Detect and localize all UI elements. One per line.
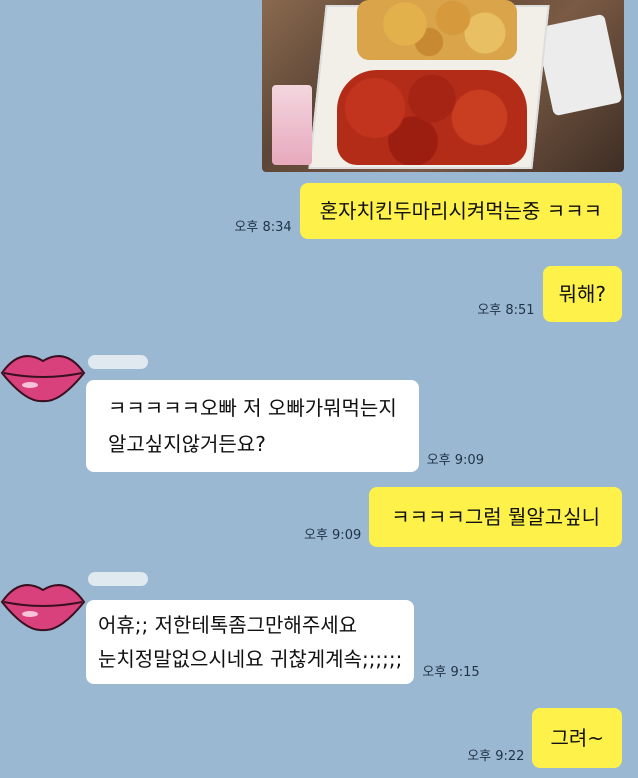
photo-chicken [337, 70, 527, 165]
photo-cup [272, 85, 312, 165]
other-message-bubble[interactable]: ㅋㅋㅋㅋㅋ오빠 저 오빠가뭐먹는지 알고싶지않거든요? [86, 380, 419, 472]
photo-message[interactable] [262, 0, 624, 172]
message-row: 어휴;; 저한테톡좀그만해주세요 눈치정말없으시네요 귀찮게계속;;;;;; 오… [86, 600, 480, 684]
message-row: 오후 8:51 뭐해? [477, 266, 622, 322]
message-line: ㅋㅋㅋㅋㅋ오빠 저 오빠가뭐먹는지 [108, 396, 397, 420]
message-line: 눈치정말없으시네요 귀찮게계속;;;;;; [98, 647, 403, 671]
message-line: 어휴;; 저한테톡좀그만해주세요 [98, 613, 358, 637]
my-message-bubble[interactable]: 혼자치킨두마리시켜먹는중 ㅋㅋㅋ [299, 183, 622, 239]
message-time: 오후 9:09 [426, 453, 484, 468]
message-time: 오후 8:34 [234, 220, 292, 235]
message-time: 오후 8:51 [477, 303, 535, 318]
photo-napkin [535, 13, 623, 117]
lips-icon[interactable] [0, 574, 86, 634]
message-time: 오후 9:09 [303, 528, 362, 543]
lips-icon[interactable] [0, 345, 86, 405]
message-row: 오후 9:22 그려~ [467, 708, 622, 768]
message-row: 오후 8:34 혼자치킨두마리시켜먹는중 ㅋㅋㅋ [234, 183, 622, 239]
my-message-bubble[interactable]: 뭐해? [542, 266, 622, 322]
my-message-bubble[interactable]: 그려~ [532, 708, 622, 768]
message-time: 오후 9:22 [467, 749, 525, 764]
photo-fries [357, 0, 517, 60]
my-message-bubble[interactable]: ㅋㅋㅋㅋ그럼 뭘알고싶니 [369, 487, 622, 547]
sender-name [88, 572, 148, 586]
message-time: 오후 9:15 [422, 665, 480, 680]
sender-name [88, 355, 148, 369]
message-line: 알고싶지않거든요? [108, 432, 266, 456]
message-row: ㅋㅋㅋㅋㅋ오빠 저 오빠가뭐먹는지 알고싶지않거든요? 오후 9:09 [86, 380, 484, 472]
message-row: 오후 9:09 ㅋㅋㅋㅋ그럼 뭘알고싶니 [304, 487, 622, 547]
other-message-bubble[interactable]: 어휴;; 저한테톡좀그만해주세요 눈치정말없으시네요 귀찮게계속;;;;;; [86, 600, 415, 684]
